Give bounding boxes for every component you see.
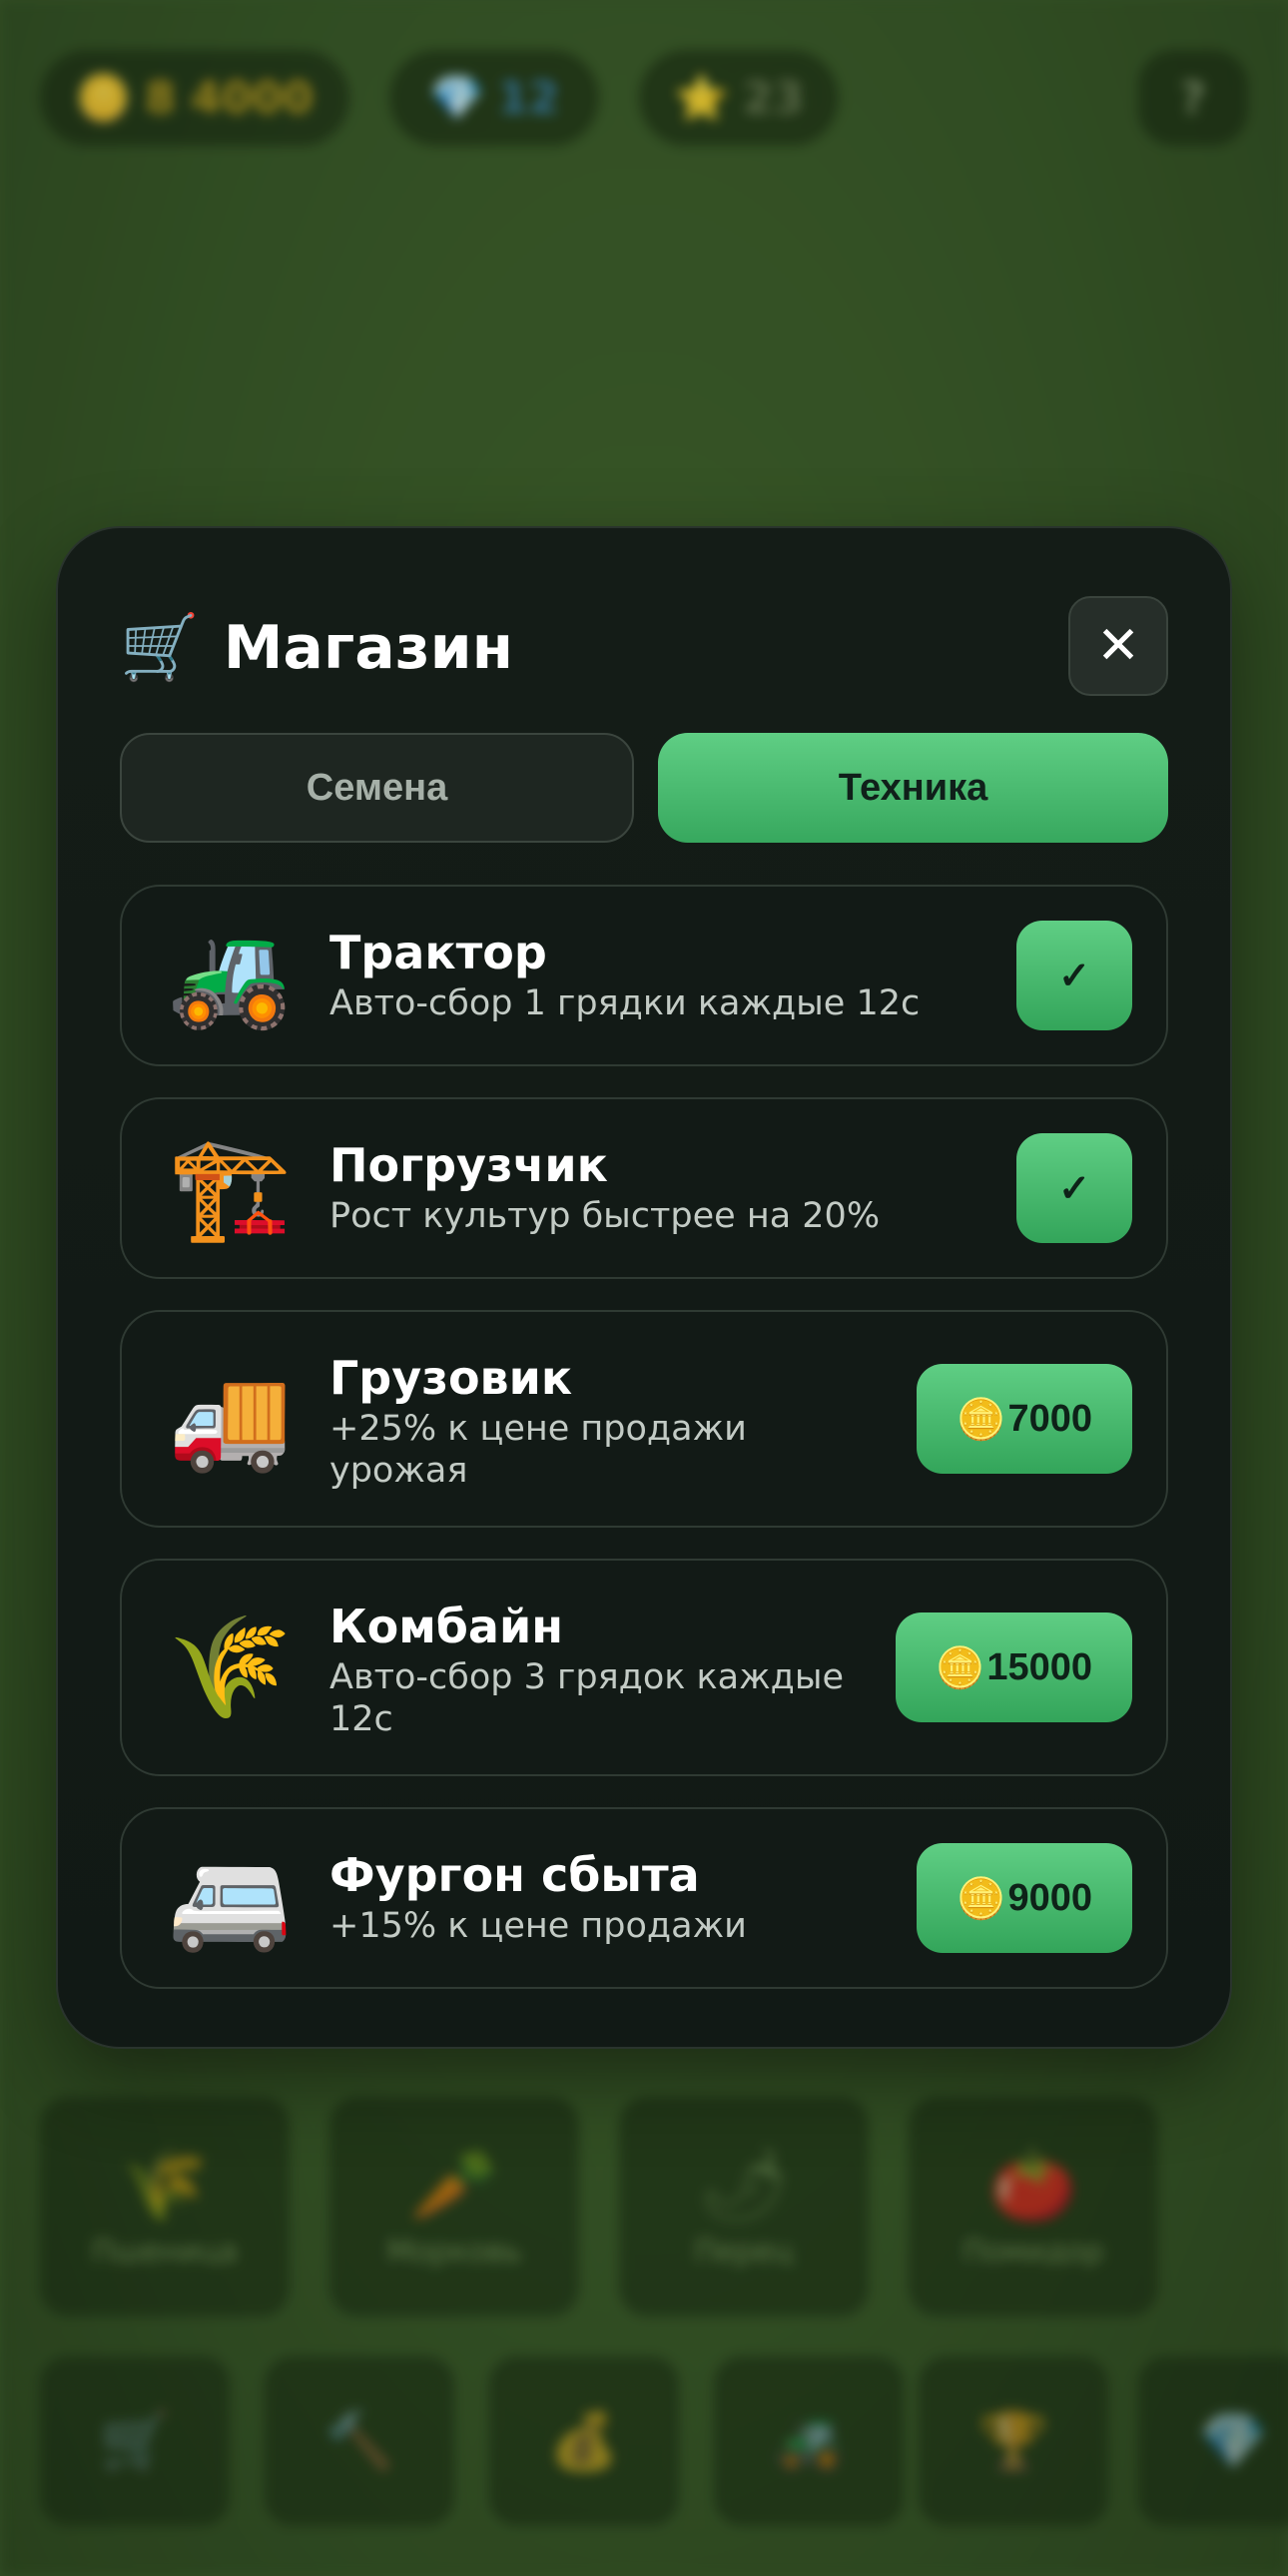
item-description: +15% к цене продажи — [329, 1906, 747, 1946]
item-name: Трактор — [329, 926, 547, 979]
tab-equipment[interactable]: Техника — [658, 733, 1168, 843]
owned-button[interactable]: ✓ — [1016, 921, 1132, 1030]
item-text: Трактор Авто-сбор 1 грядки каждые 12с — [329, 925, 920, 1024]
item-text: Грузовик +25% к цене продажи урожая — [329, 1350, 849, 1492]
item-text: Комбайн Авто-сбор 3 грядок каждые 12с — [329, 1599, 889, 1740]
item-text: Погрузчик Рост культур быстрее на 20% — [329, 1137, 880, 1237]
item-name: Грузовик — [329, 1351, 573, 1405]
coin-icon: 🪙 — [956, 1876, 1006, 1921]
shop-modal: 🛒 Магазин ✕ Семена Техника 🚜 Трактор Авт… — [56, 526, 1232, 2049]
tab-seeds[interactable]: Семена — [120, 733, 634, 843]
shop-item-tractor: 🚜 Трактор Авто-сбор 1 грядки каждые 12с … — [120, 885, 1168, 1066]
coin-icon: 🪙 — [935, 1645, 985, 1690]
shop-tabs: Семена Техника — [120, 733, 1168, 843]
checkmark-icon: ✓ — [1058, 1167, 1090, 1210]
shop-item-loader: 🏗️ Погрузчик Рост культур быстрее на 20%… — [120, 1097, 1168, 1279]
tractor-icon: 🚜 — [168, 917, 293, 1033]
buy-button[interactable]: 🪙 7000 — [916, 1364, 1132, 1474]
item-name: Погрузчик — [329, 1138, 608, 1192]
item-description: Авто-сбор 1 грядки каждые 12с — [329, 983, 921, 1023]
item-name: Фургон сбыта — [329, 1848, 700, 1902]
buy-button[interactable]: 🪙 9000 — [916, 1843, 1132, 1953]
price-label: 7000 — [1007, 1397, 1092, 1440]
modal-header: 🛒 Магазин ✕ — [120, 596, 1168, 698]
truck-icon: 🚚 — [168, 1360, 293, 1477]
shop-item-truck: 🚚 Грузовик +25% к цене продажи урожая 🪙 … — [120, 1310, 1168, 1528]
checkmark-icon: ✓ — [1058, 955, 1090, 997]
close-button[interactable]: ✕ — [1068, 596, 1168, 696]
shop-items-list: 🚜 Трактор Авто-сбор 1 грядки каждые 12с … — [120, 885, 1168, 1989]
buy-button[interactable]: 🪙 15000 — [895, 1612, 1132, 1722]
shopping-cart-icon: 🛒 — [120, 611, 200, 685]
shop-item-combine: 🌾 Комбайн Авто-сбор 3 грядок каждые 12с … — [120, 1559, 1168, 1776]
close-icon: ✕ — [1096, 616, 1140, 676]
wheat-icon: 🌾 — [168, 1609, 293, 1725]
shop-item-van: 🚐 Фургон сбыта +15% к цене продажи 🪙 900… — [120, 1807, 1168, 1989]
item-description: Авто-сбор 3 грядок каждые 12с — [329, 1657, 845, 1739]
item-name: Комбайн — [329, 1600, 563, 1653]
owned-button[interactable]: ✓ — [1016, 1133, 1132, 1243]
coin-icon: 🪙 — [956, 1397, 1006, 1442]
crane-icon: 🏗️ — [168, 1129, 293, 1246]
item-description: Рост культур быстрее на 20% — [329, 1196, 881, 1236]
van-icon: 🚐 — [168, 1839, 293, 1956]
price-label: 9000 — [1007, 1876, 1092, 1919]
modal-title: 🛒 Магазин — [120, 613, 513, 683]
item-description: +25% к цене продажи урожая — [329, 1409, 747, 1491]
price-label: 15000 — [986, 1645, 1092, 1688]
item-text: Фургон сбыта +15% к цене продажи — [329, 1847, 747, 1947]
modal-title-text: Магазин — [223, 613, 514, 683]
